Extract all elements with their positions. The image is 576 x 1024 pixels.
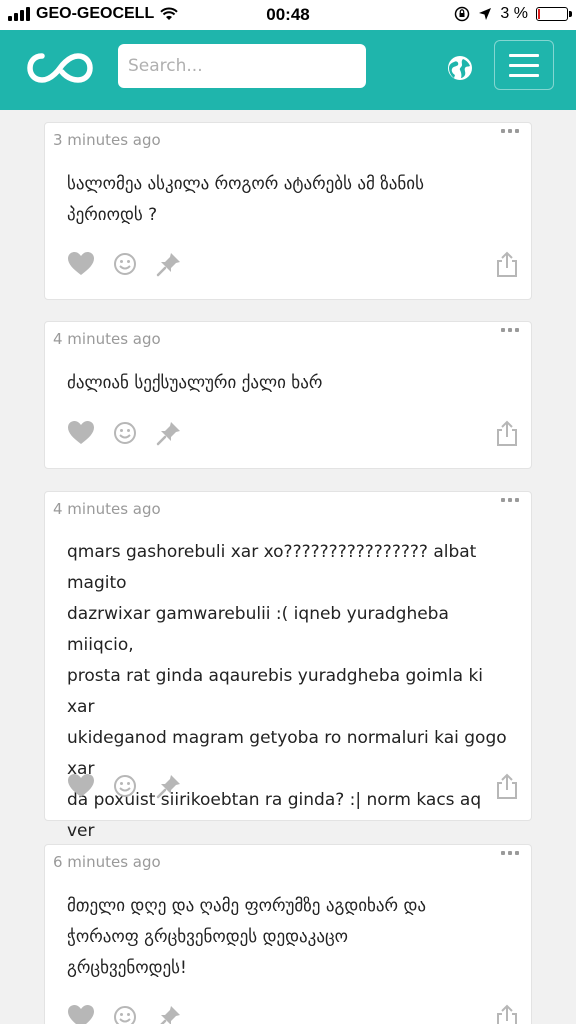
post-text: სალომეა ასკილა როგორ ატარებს ამ ზანის პე…: [67, 174, 424, 225]
status-bar: GEO-GEOCELL 00:48 3 %: [0, 0, 576, 30]
infinity-logo-icon[interactable]: [20, 48, 100, 88]
post-actions: [67, 250, 527, 278]
hamburger-line: [509, 64, 539, 67]
top-navbar: [0, 30, 576, 110]
battery-icon: [536, 7, 572, 21]
heart-icon[interactable]: [67, 772, 95, 800]
search-input[interactable]: [118, 44, 366, 88]
heart-icon[interactable]: [67, 419, 95, 447]
post-actions: [67, 772, 527, 800]
smiley-icon[interactable]: [111, 772, 139, 800]
post-card[interactable]: 6 minutes ago მთელი დღე და ღამე ფორუმზე …: [44, 844, 532, 1024]
post-card[interactable]: 3 minutes ago სალომეა ასკილა როგორ ატარე…: [44, 122, 532, 300]
post-timestamp: 4 minutes ago: [53, 500, 161, 518]
more-dots-icon[interactable]: [501, 129, 521, 139]
pushpin-icon[interactable]: [155, 250, 183, 278]
share-icon[interactable]: [493, 1003, 521, 1024]
post-timestamp: 6 minutes ago: [53, 853, 161, 871]
more-dots-icon[interactable]: [501, 498, 521, 508]
post-feed: 3 minutes ago სალომეა ასკილა როგორ ატარე…: [0, 110, 576, 1024]
post-card[interactable]: 4 minutes ago ძალიან სექსუალური ქალი ხარ: [44, 321, 532, 469]
post-actions: [67, 1003, 527, 1024]
hamburger-line: [509, 54, 539, 57]
heart-icon[interactable]: [67, 250, 95, 278]
smiley-icon[interactable]: [111, 1003, 139, 1024]
more-dots-icon[interactable]: [501, 328, 521, 338]
smiley-icon[interactable]: [111, 419, 139, 447]
location-arrow-icon: [479, 8, 492, 20]
globe-icon[interactable]: [446, 54, 474, 82]
post-timestamp: 3 minutes ago: [53, 131, 161, 149]
hamburger-line: [509, 74, 539, 77]
rotation-lock-icon: [455, 6, 470, 22]
post-text: ძალიან სექსუალური ქალი ხარ: [67, 373, 323, 393]
post-actions: [67, 419, 527, 447]
hamburger-menu-button[interactable]: [494, 40, 554, 90]
share-icon[interactable]: [493, 250, 521, 278]
smiley-icon[interactable]: [111, 250, 139, 278]
more-dots-icon[interactable]: [501, 851, 521, 861]
post-card[interactable]: 4 minutes ago qmars gashorebuli xar xo??…: [44, 491, 532, 903]
pushpin-icon[interactable]: [155, 419, 183, 447]
pushpin-icon[interactable]: [155, 1003, 183, 1024]
share-icon[interactable]: [493, 772, 521, 800]
battery-percentage: 3 %: [500, 5, 528, 22]
post-timestamp: 4 minutes ago: [53, 330, 161, 348]
share-icon[interactable]: [493, 419, 521, 447]
heart-icon[interactable]: [67, 1003, 95, 1024]
pushpin-icon[interactable]: [155, 772, 183, 800]
post-text: მთელი დღე და ღამე ფორუმზე აგდიხარ და ჭორ…: [67, 896, 427, 978]
